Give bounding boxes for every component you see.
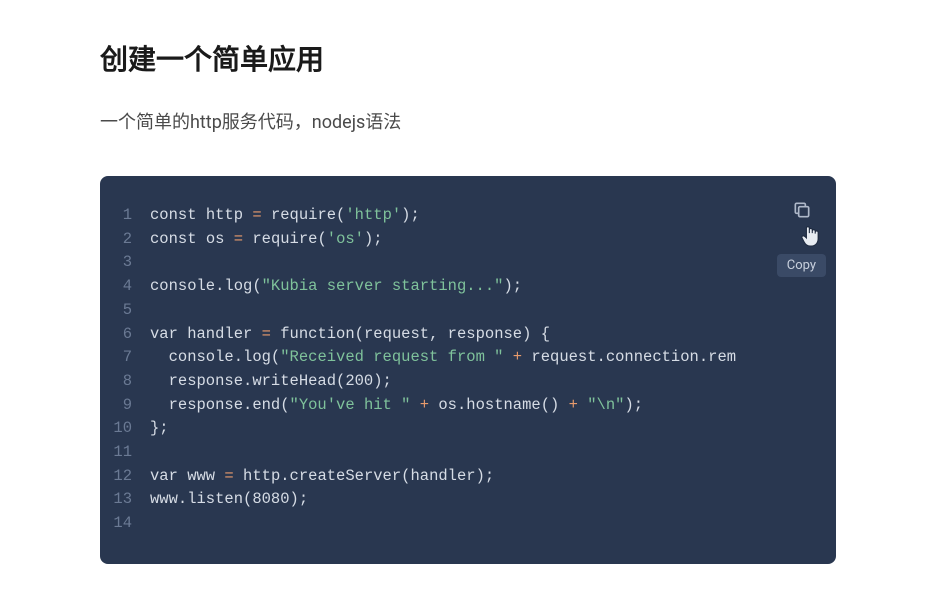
code-content: 1const http = require('http');2const os … <box>100 204 836 536</box>
line-number: 8 <box>100 370 150 394</box>
line-content <box>150 299 836 323</box>
line-number: 1 <box>100 204 150 228</box>
line-content: var handler = function(request, response… <box>150 323 836 347</box>
line-number: 4 <box>100 275 150 299</box>
line-number: 10 <box>100 417 150 441</box>
line-number: 5 <box>100 299 150 323</box>
copy-wrap <box>792 200 812 220</box>
code-line: 4console.log("Kubia server starting...")… <box>100 275 836 299</box>
code-line: 11 <box>100 441 836 465</box>
line-number: 9 <box>100 394 150 418</box>
code-line: 1const http = require('http'); <box>100 204 836 228</box>
line-content: }; <box>150 417 836 441</box>
line-content: response.writeHead(200); <box>150 370 836 394</box>
code-line: 9 response.end("You've hit " + os.hostna… <box>100 394 836 418</box>
code-line: 8 response.writeHead(200); <box>100 370 836 394</box>
line-content: console.log("Received request from " + r… <box>150 346 836 370</box>
line-number: 7 <box>100 346 150 370</box>
code-line: 10}; <box>100 417 836 441</box>
line-number: 14 <box>100 512 150 536</box>
code-line: 3 <box>100 251 836 275</box>
line-content: const http = require('http'); <box>150 204 836 228</box>
page-heading: 创建一个简单应用 <box>100 38 836 78</box>
copy-button[interactable] <box>792 200 812 220</box>
code-line: 14 <box>100 512 836 536</box>
line-content: response.end("You've hit " + os.hostname… <box>150 394 836 418</box>
line-content: console.log("Kubia server starting..."); <box>150 275 836 299</box>
code-line: 7 console.log("Received request from " +… <box>100 346 836 370</box>
line-content: www.listen(8080); <box>150 488 836 512</box>
line-content <box>150 512 836 536</box>
line-number: 13 <box>100 488 150 512</box>
line-content <box>150 251 836 275</box>
line-number: 11 <box>100 441 150 465</box>
code-block: 1const http = require('http');2const os … <box>100 176 836 564</box>
page-description: 一个简单的http服务代码，nodejs语法 <box>100 108 836 134</box>
line-content: const os = require('os'); <box>150 228 836 252</box>
code-line: 5 <box>100 299 836 323</box>
line-number: 6 <box>100 323 150 347</box>
line-content <box>150 441 836 465</box>
code-line: 12var www = http.createServer(handler); <box>100 465 836 489</box>
line-number: 12 <box>100 465 150 489</box>
line-number: 3 <box>100 251 150 275</box>
code-line: 2const os = require('os'); <box>100 228 836 252</box>
line-content: var www = http.createServer(handler); <box>150 465 836 489</box>
copy-tooltip: Copy <box>777 254 826 277</box>
line-number: 2 <box>100 228 150 252</box>
copy-icon <box>792 205 812 224</box>
cursor-pointer-icon <box>800 224 822 248</box>
content-container: 创建一个简单应用 一个简单的http服务代码，nodejs语法 1const h… <box>0 0 936 564</box>
code-line: 6var handler = function(request, respons… <box>100 323 836 347</box>
code-line: 13www.listen(8080); <box>100 488 836 512</box>
